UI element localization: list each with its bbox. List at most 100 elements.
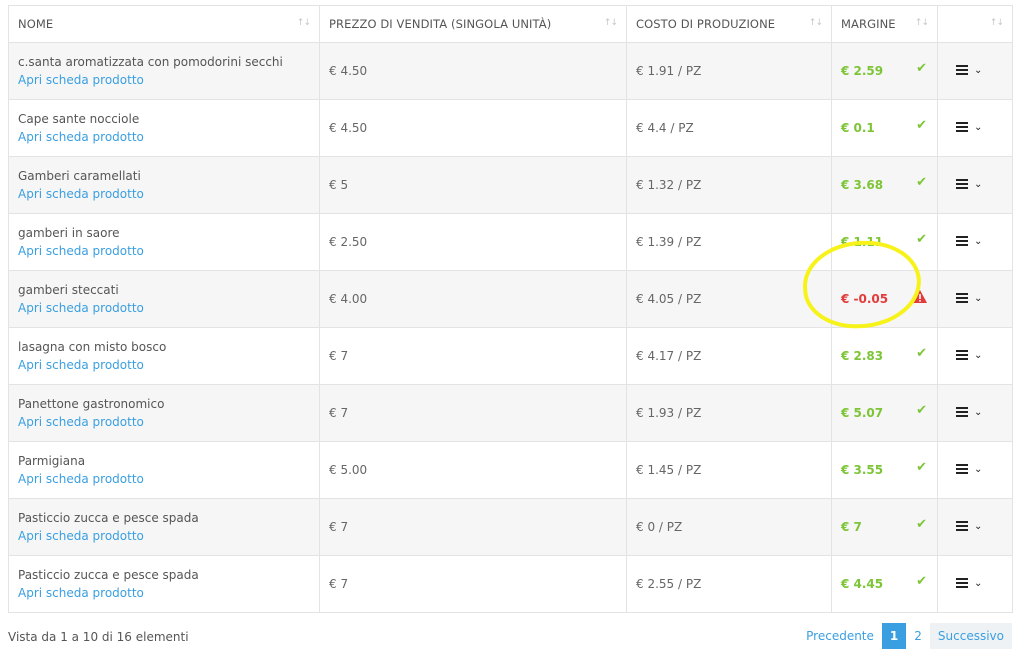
cell-margine: € 7 ✔ (831, 498, 938, 556)
open-product-link[interactable]: Apri scheda prodotto (18, 528, 144, 544)
hamburger-menu-icon (956, 65, 968, 75)
sale-price: € 2.50 (329, 235, 368, 249)
sale-price: € 5 (329, 178, 349, 192)
cell-margine: € 0.1 ✔ (831, 99, 938, 157)
row-actions-menu-button[interactable]: ⌄ (956, 521, 982, 532)
chevron-down-icon: ⌄ (974, 64, 983, 76)
table-row: lasagna con misto bosco Apri scheda prodo… (8, 327, 1013, 385)
cell-actions: ⌄ (937, 441, 1013, 499)
row-actions-menu-button[interactable]: ⌄ (956, 350, 982, 361)
sale-price: € 7 (329, 577, 349, 591)
previous-page-button[interactable]: Precedente (798, 623, 882, 649)
margin-value: € 2.59 (841, 64, 884, 78)
hamburger-menu-icon (956, 122, 968, 132)
cell-margine: € -0.05 (831, 270, 938, 328)
chevron-down-icon: ⌄ (974, 463, 983, 475)
check-icon: ✔ (916, 346, 927, 361)
hamburger-menu-icon (956, 407, 968, 417)
cell-margine: € 1.11 ✔ (831, 213, 938, 271)
page-button-1[interactable]: 1 (881, 623, 907, 649)
open-product-link[interactable]: Apri scheda prodotto (18, 129, 144, 145)
check-icon: ✔ (916, 517, 927, 532)
chevron-down-icon: ⌄ (974, 349, 983, 361)
page-button-2[interactable]: 2 (906, 623, 930, 649)
open-product-link[interactable]: Apri scheda prodotto (18, 585, 144, 601)
chevron-down-icon: ⌄ (974, 178, 983, 190)
next-page-button[interactable]: Successivo (929, 623, 1012, 649)
cell-costo: € 1.91 / PZ (626, 42, 832, 100)
cell-prezzo: € 7 (319, 498, 627, 556)
production-cost: € 4.05 / PZ (636, 292, 702, 306)
table-row: Pasticcio zucca e pesce spada Apri scheda… (8, 555, 1013, 613)
cell-nome: Gamberi caramellati Apri scheda prodotto (8, 156, 320, 214)
hamburger-menu-icon (956, 236, 968, 246)
open-product-link[interactable]: Apri scheda prodotto (18, 186, 144, 202)
check-icon: ✔ (916, 232, 927, 247)
sale-price: € 7 (329, 349, 349, 363)
open-product-link[interactable]: Apri scheda prodotto (18, 357, 144, 373)
sort-icon[interactable]: ↑↓ (915, 18, 929, 28)
product-name: Pasticcio zucca e pesce spada (18, 510, 199, 525)
sort-icon[interactable]: ↑↓ (809, 18, 823, 28)
hamburger-menu-icon (956, 293, 968, 303)
row-actions-menu-button[interactable]: ⌄ (956, 407, 982, 418)
product-name: gamberi in saore (18, 225, 120, 240)
table-row: Cape sante nocciole Apri scheda prodotto €… (8, 99, 1013, 157)
margin-value: € 1.11 (841, 235, 884, 249)
cell-nome: c.santa aromatizzata con pomodorini secc… (8, 42, 320, 100)
table-row: Gamberi caramellati Apri scheda prodotto €… (8, 156, 1013, 214)
table-row: gamberi steccati Apri scheda prodotto € 4.… (8, 270, 1013, 328)
column-header-nome[interactable]: NOME ↑↓ (8, 5, 320, 43)
column-header-actions[interactable]: ↑↓ (937, 5, 1013, 43)
production-cost: € 1.45 / PZ (636, 463, 702, 477)
cell-costo: € 1.93 / PZ (626, 384, 832, 442)
open-product-link[interactable]: Apri scheda prodotto (18, 243, 144, 259)
chevron-down-icon: ⌄ (974, 235, 983, 247)
cell-margine: € 4.45 ✔ (831, 555, 938, 613)
cell-actions: ⌄ (937, 555, 1013, 613)
margin-value: € 2.83 (841, 349, 884, 363)
hamburger-menu-icon (956, 578, 968, 588)
cell-actions: ⌄ (937, 99, 1013, 157)
row-actions-menu-button[interactable]: ⌄ (956, 293, 982, 304)
hamburger-menu-icon (956, 521, 968, 531)
column-header-costo[interactable]: COSTO DI PRODUZIONE ↑↓ (626, 5, 832, 43)
table-row: Panettone gastronomico Apri scheda prodot… (8, 384, 1013, 442)
row-actions-menu-button[interactable]: ⌄ (956, 65, 982, 76)
open-product-link[interactable]: Apri scheda prodotto (18, 300, 144, 316)
open-product-link[interactable]: Apri scheda prodotto (18, 72, 144, 88)
sort-icon[interactable]: ↑↓ (604, 18, 618, 28)
sort-icon[interactable]: ↑↓ (297, 18, 311, 28)
cell-margine: € 2.83 ✔ (831, 327, 938, 385)
open-product-link[interactable]: Apri scheda prodotto (18, 414, 144, 430)
chevron-down-icon: ⌄ (974, 406, 983, 418)
margin-value: € 4.45 (841, 577, 884, 591)
column-header-margine[interactable]: MARGINE ↑↓ (831, 5, 938, 43)
product-name: lasagna con misto bosco (18, 339, 167, 354)
row-actions-menu-button[interactable]: ⌄ (956, 179, 982, 190)
cell-actions: ⌄ (937, 327, 1013, 385)
open-product-link[interactable]: Apri scheda prodotto (18, 471, 144, 487)
sale-price: € 5.00 (329, 463, 368, 477)
margin-value: € 0.1 (841, 121, 875, 135)
cell-costo: € 4.4 / PZ (626, 99, 832, 157)
check-icon: ✔ (916, 175, 927, 190)
row-actions-menu-button[interactable]: ⌄ (956, 122, 982, 133)
pagination: Precedente 1 2 Successivo (798, 622, 1012, 650)
column-header-prezzo[interactable]: PREZZO DI VENDITA (SINGOLA UNITÀ) ↑↓ (319, 5, 627, 43)
product-name: Pasticcio zucca e pesce spada (18, 567, 199, 582)
cell-costo: € 1.39 / PZ (626, 213, 832, 271)
check-icon: ✔ (916, 460, 927, 475)
cell-costo: € 1.45 / PZ (626, 441, 832, 499)
row-actions-menu-button[interactable]: ⌄ (956, 236, 982, 247)
sort-icon[interactable]: ↑↓ (990, 18, 1004, 28)
hamburger-menu-icon (956, 350, 968, 360)
row-actions-menu-button[interactable]: ⌄ (956, 464, 982, 475)
cell-actions: ⌄ (937, 270, 1013, 328)
pagination-info: Vista da 1 a 10 di 16 elementi (8, 630, 189, 644)
row-actions-menu-button[interactable]: ⌄ (956, 578, 982, 589)
product-name: Panettone gastronomico (18, 396, 165, 411)
cell-margine: € 3.68 ✔ (831, 156, 938, 214)
cell-prezzo: € 5.00 (319, 441, 627, 499)
chevron-down-icon: ⌄ (974, 121, 983, 133)
